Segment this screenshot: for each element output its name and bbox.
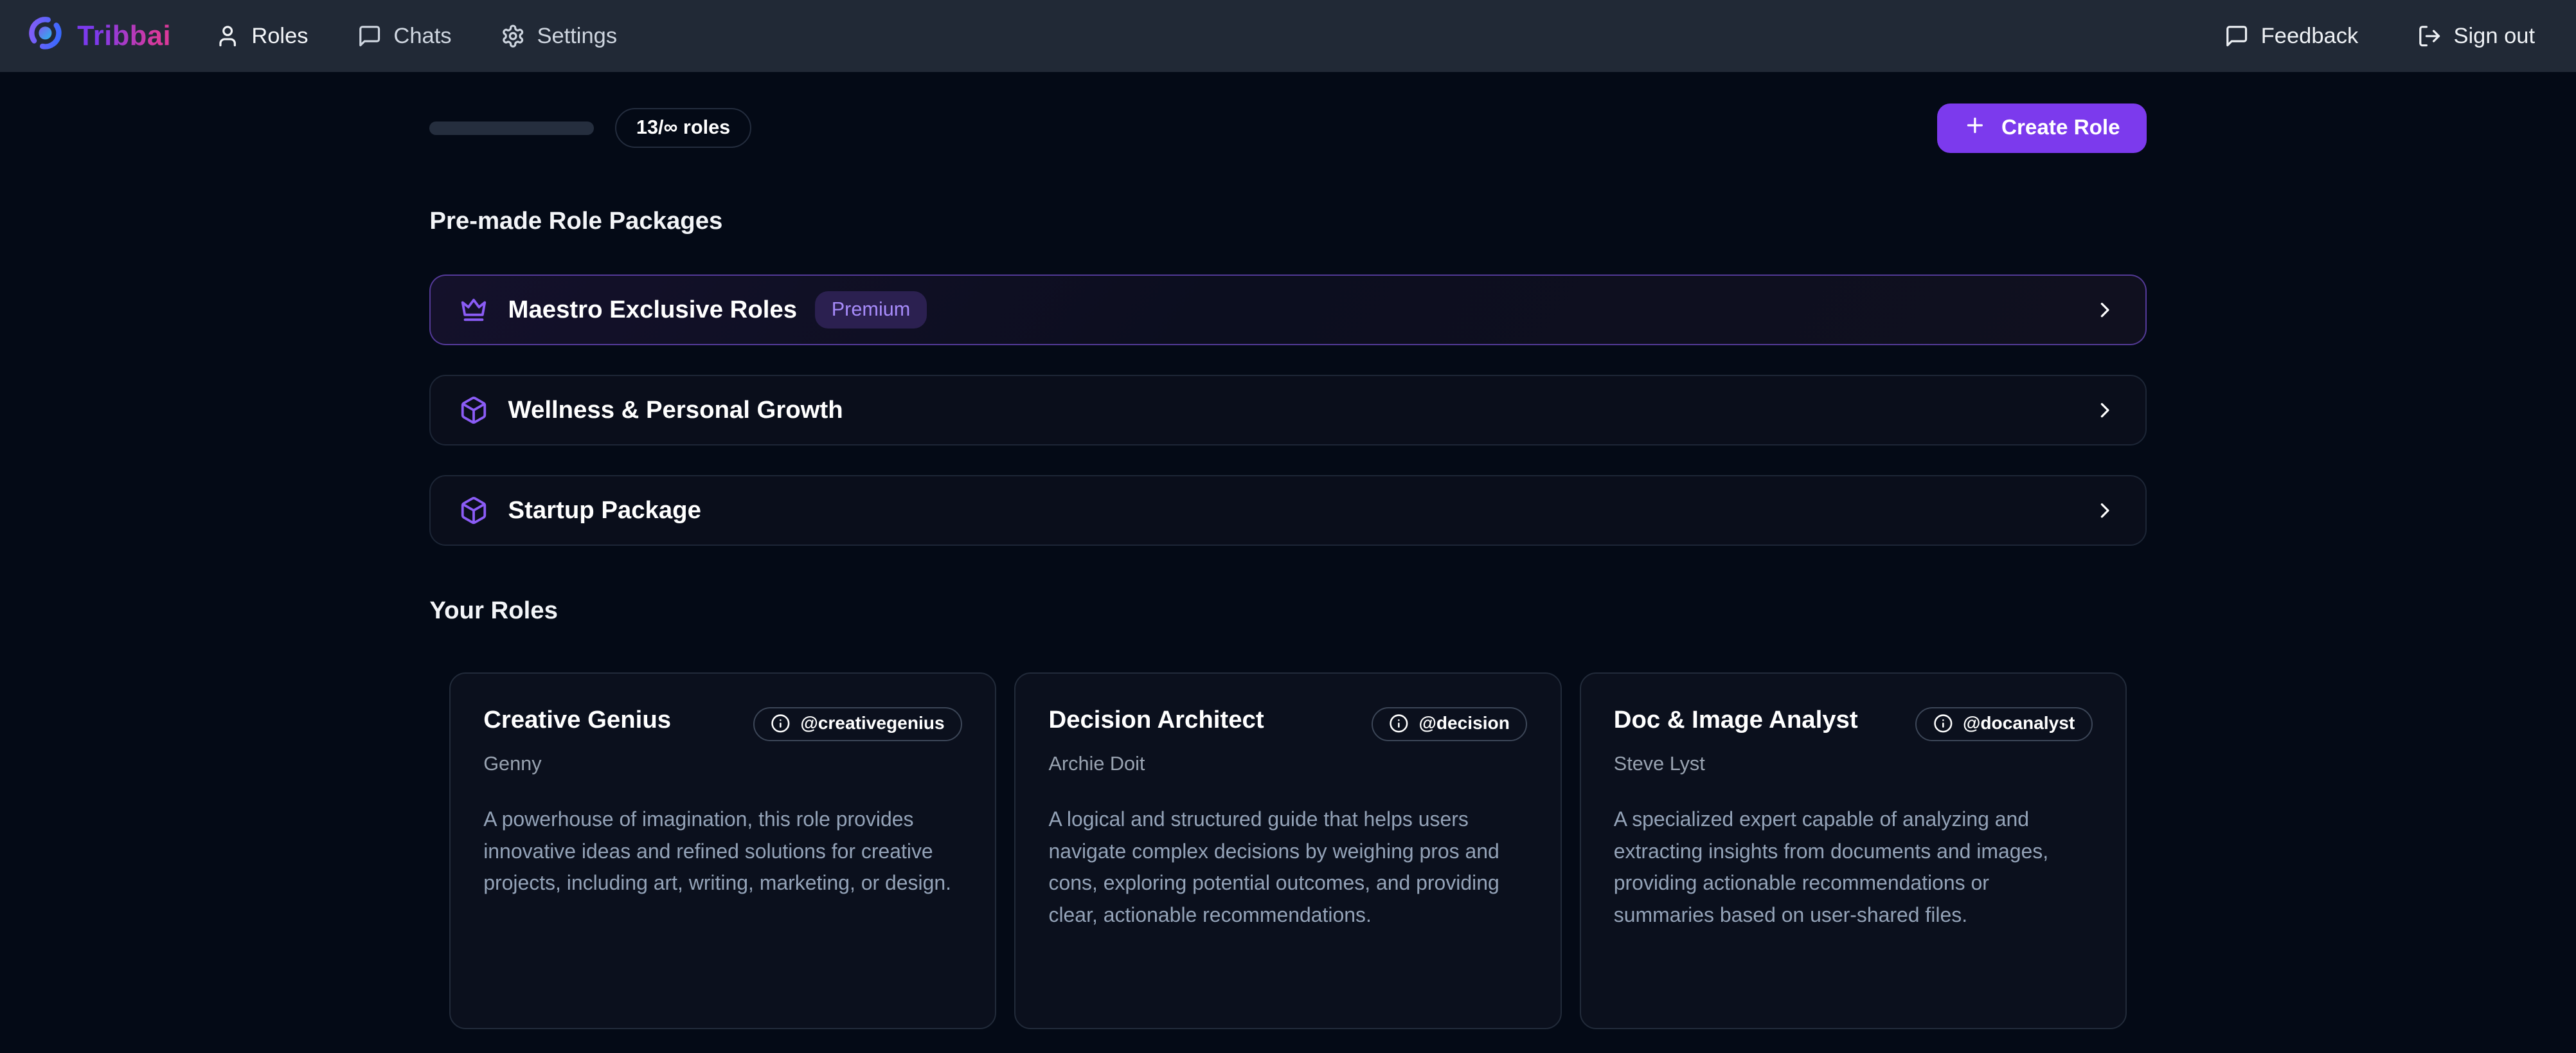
role-title: Creative Genius	[483, 705, 671, 735]
package-row-maestro[interactable]: Maestro Exclusive Roles Premium	[429, 274, 2146, 345]
user-icon	[215, 24, 240, 48]
feedback-button[interactable]: Feedback	[2224, 24, 2358, 49]
roles-count-badge: 13/∞ roles	[615, 108, 751, 148]
role-handle-badge[interactable]: @creativegenius	[753, 707, 962, 742]
nav-item-roles-label: Roles	[251, 24, 308, 49]
role-title: Decision Architect	[1048, 705, 1264, 735]
feedback-bubble-icon	[2224, 24, 2249, 48]
package-title: Maestro Exclusive Roles	[508, 296, 798, 324]
sign-out-button[interactable]: Sign out	[2417, 24, 2535, 49]
role-handle-badge[interactable]: @decision	[1372, 707, 1528, 742]
package-row-startup[interactable]: Startup Package	[429, 475, 2146, 546]
role-description: A logical and structured guide that help…	[1048, 804, 1527, 932]
brand-name: Tribbai	[77, 21, 171, 52]
role-title: Doc & Image Analyst	[1614, 705, 1858, 735]
packages-section-title: Pre-made Role Packages	[429, 207, 2146, 235]
package-box-icon	[459, 395, 488, 425]
nav-item-chats-label: Chats	[393, 24, 451, 49]
role-handle: @docanalyst	[1963, 713, 2075, 734]
role-handle-badge[interactable]: @docanalyst	[1915, 707, 2092, 742]
plus-icon	[1963, 114, 1987, 143]
create-role-label: Create Role	[2001, 116, 2120, 140]
role-card-header: Doc & Image Analyst @docanalyst	[1614, 705, 2093, 741]
feedback-label: Feedback	[2261, 24, 2359, 49]
package-list: Maestro Exclusive Roles Premium Wellness…	[429, 274, 2146, 546]
nav-item-chats[interactable]: Chats	[357, 24, 451, 49]
top-navigation: Tribbai Roles Chats Settings	[0, 0, 2576, 72]
nav-item-settings[interactable]: Settings	[501, 24, 617, 49]
brand[interactable]: Tribbai	[26, 14, 171, 59]
create-role-button[interactable]: Create Role	[1937, 104, 2146, 153]
roles-progress-bar	[429, 122, 594, 134]
chevron-right-icon	[2093, 398, 2117, 422]
role-card-creative-genius[interactable]: Creative Genius @creativegenius Genny A …	[449, 672, 996, 1029]
package-title: Startup Package	[508, 496, 701, 525]
sign-out-icon	[2417, 24, 2442, 48]
info-icon	[771, 714, 791, 734]
chat-bubble-icon	[357, 24, 382, 48]
roles-page: Tribbai Roles Chats Settings	[0, 0, 2576, 1053]
gear-icon	[501, 24, 525, 48]
role-agent-name: Genny	[483, 753, 962, 775]
role-description: A powerhouse of imagination, this role p…	[483, 804, 962, 900]
role-card-doc-image-analyst[interactable]: Doc & Image Analyst @docanalyst Steve Ly…	[1580, 672, 2127, 1029]
roles-toolbar: 13/∞ roles Create Role	[429, 104, 2146, 153]
your-roles-section-title: Your Roles	[429, 597, 2146, 625]
role-agent-name: Steve Lyst	[1614, 753, 2093, 775]
info-icon	[1389, 714, 1409, 734]
role-agent-name: Archie Doit	[1048, 753, 1527, 775]
package-box-icon	[459, 496, 488, 525]
chevron-right-icon	[2093, 498, 2117, 523]
role-card-decision-architect[interactable]: Decision Architect @decision Archie Doit…	[1014, 672, 1561, 1029]
roles-grid: Creative Genius @creativegenius Genny A …	[449, 672, 2127, 1029]
premium-badge: Premium	[815, 291, 927, 328]
role-card-header: Creative Genius @creativegenius	[483, 705, 962, 741]
info-icon	[1933, 714, 1953, 734]
nav-item-settings-label: Settings	[537, 24, 617, 49]
package-row-wellness[interactable]: Wellness & Personal Growth	[429, 375, 2146, 446]
role-handle: @creativegenius	[800, 713, 944, 734]
role-handle: @decision	[1418, 713, 1509, 734]
crown-icon	[459, 295, 488, 325]
chevron-right-icon	[2093, 298, 2117, 322]
secondary-nav: Feedback Sign out	[2224, 24, 2535, 49]
main-content: 13/∞ roles Create Role Pre-made Role Pac…	[429, 104, 2146, 1053]
primary-nav: Roles Chats Settings	[215, 24, 617, 49]
package-title: Wellness & Personal Growth	[508, 396, 843, 424]
nav-item-roles[interactable]: Roles	[215, 24, 308, 49]
sign-out-label: Sign out	[2453, 24, 2535, 49]
tribbai-logo-icon	[26, 14, 64, 59]
role-description: A specialized expert capable of analyzin…	[1614, 804, 2093, 932]
role-card-header: Decision Architect @decision	[1048, 705, 1527, 741]
